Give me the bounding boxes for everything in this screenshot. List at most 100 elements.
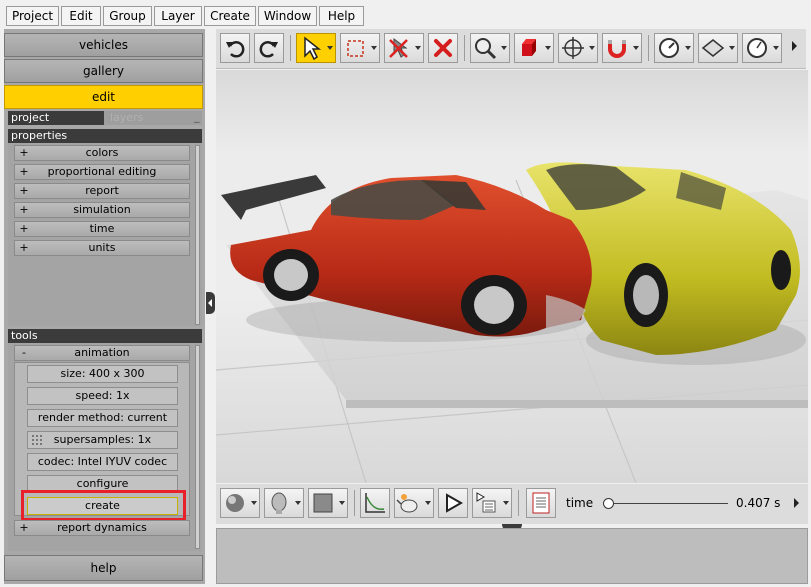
menu-window[interactable]: Window <box>258 6 317 26</box>
box-select-button[interactable] <box>340 33 380 63</box>
supersamples-grid-icon <box>31 434 43 446</box>
zoom-button[interactable] <box>470 33 510 63</box>
material-sphere-button[interactable] <box>220 488 260 518</box>
time-slider-track[interactable] <box>608 503 728 504</box>
box-select-icon <box>347 40 364 57</box>
tool-label: report dynamics <box>57 521 147 534</box>
menu-bar: Project Edit Group Layer Create Window H… <box>0 0 811 28</box>
time-value: 0.407 s <box>736 496 781 510</box>
tab-layers[interactable]: layers <box>110 111 143 125</box>
delete-icon <box>434 39 452 57</box>
prop-proportional-editing[interactable]: + proportional editing <box>14 164 190 180</box>
prop-simulation[interactable]: + simulation <box>14 202 190 218</box>
prop-report[interactable]: + report <box>14 183 190 199</box>
dropdown-arrow-icon <box>545 46 551 50</box>
dropdown-arrow-icon <box>415 46 421 50</box>
menu-edit[interactable]: Edit <box>61 6 101 26</box>
playlist-button[interactable] <box>472 488 512 518</box>
toolbar-separator <box>290 35 291 61</box>
vehicles-button[interactable]: vehicles <box>4 33 203 57</box>
edit-button[interactable]: edit <box>4 85 203 109</box>
chevron-left-icon <box>208 299 212 307</box>
dropdown-arrow-icon <box>633 46 639 50</box>
dropdown-arrow-icon <box>685 46 691 50</box>
prop-units[interactable]: + units <box>14 240 190 256</box>
color-swatch-icon <box>313 493 333 513</box>
delete-button[interactable] <box>428 33 458 63</box>
codec-button[interactable]: codec: Intel IYUV codec <box>27 453 178 471</box>
tab-project[interactable]: project <box>8 111 104 125</box>
timeline-toolbar: time 0.407 s <box>216 484 808 524</box>
menu-help[interactable]: Help <box>319 6 364 26</box>
bottom-panel <box>216 528 808 584</box>
teapot-icon <box>396 494 418 513</box>
supersamples-button[interactable]: supersamples: 1x <box>27 431 178 449</box>
tool-animation[interactable]: - animation <box>14 345 190 361</box>
cube-icon <box>522 39 536 56</box>
graph-icon <box>365 493 385 513</box>
report-button[interactable] <box>526 488 556 518</box>
properties-scrollbar[interactable] <box>195 145 200 325</box>
redo-button[interactable] <box>254 33 284 63</box>
dropdown-arrow-icon <box>251 501 257 505</box>
select-arrow-icon <box>304 36 322 61</box>
report-icon <box>532 492 550 514</box>
panel-collapse-handle[interactable] <box>206 292 215 314</box>
undo-icon <box>226 41 245 58</box>
speed-button[interactable]: speed: 1x <box>27 387 178 405</box>
prop-label: colors <box>85 146 119 159</box>
time-label: time <box>566 496 594 510</box>
dropdown-arrow-icon <box>339 501 345 505</box>
plane-button[interactable] <box>698 33 738 63</box>
camera-button[interactable] <box>394 488 434 518</box>
dropdown-arrow-icon <box>425 501 431 505</box>
plane-icon <box>701 39 725 57</box>
dropdown-arrow-icon <box>773 46 779 50</box>
help-button[interactable]: help <box>4 555 203 581</box>
magnet-button[interactable] <box>602 33 642 63</box>
menu-project[interactable]: Project <box>6 6 59 26</box>
clear-selection-button[interactable] <box>384 33 424 63</box>
play-button[interactable] <box>438 488 468 518</box>
play-icon <box>446 493 464 513</box>
move-button[interactable] <box>558 33 598 63</box>
time-slider-thumb[interactable] <box>603 498 614 509</box>
menu-group[interactable]: Group <box>103 6 152 26</box>
minimize-icon[interactable]: _ <box>194 110 200 123</box>
dropdown-arrow-icon <box>295 501 301 505</box>
zoom-icon <box>475 38 497 60</box>
redo-icon <box>259 41 278 58</box>
menu-layer[interactable]: Layer <box>154 6 202 26</box>
toolbar-overflow-icon[interactable] <box>792 41 797 51</box>
render-method-button[interactable]: render method: current <box>27 409 178 427</box>
head-icon <box>271 492 287 514</box>
background-color-button[interactable] <box>308 488 348 518</box>
gauge-button[interactable] <box>742 33 782 63</box>
dropdown-arrow-icon <box>327 46 333 50</box>
tools-scrollbar[interactable] <box>195 345 200 549</box>
size-button[interactable]: size: 400 x 300 <box>27 365 178 383</box>
toolbar-separator <box>518 490 519 516</box>
3d-viewport[interactable] <box>216 70 808 483</box>
clear-icon <box>389 38 408 58</box>
bottombar-overflow-icon[interactable] <box>794 498 799 508</box>
dropdown-arrow-icon <box>589 46 595 50</box>
object-button[interactable] <box>514 33 554 63</box>
prop-time[interactable]: + time <box>14 221 190 237</box>
move-icon <box>562 37 584 59</box>
sphere-icon <box>226 494 244 512</box>
gallery-button[interactable]: gallery <box>4 59 203 83</box>
tool-report-dynamics[interactable]: + report dynamics <box>14 520 190 536</box>
dial-button[interactable] <box>654 33 694 63</box>
prop-colors[interactable]: + colors <box>14 145 190 161</box>
graph-button[interactable] <box>360 488 390 518</box>
prop-label: proportional editing <box>47 165 157 178</box>
select-tool-button[interactable] <box>296 33 336 63</box>
dropdown-arrow-icon <box>501 46 507 50</box>
dropdown-arrow-icon <box>371 46 377 50</box>
playlist-icon <box>476 492 496 513</box>
undo-button[interactable] <box>220 33 250 63</box>
head-button[interactable] <box>264 488 304 518</box>
menu-create[interactable]: Create <box>204 6 256 26</box>
main-toolbar <box>216 29 806 69</box>
